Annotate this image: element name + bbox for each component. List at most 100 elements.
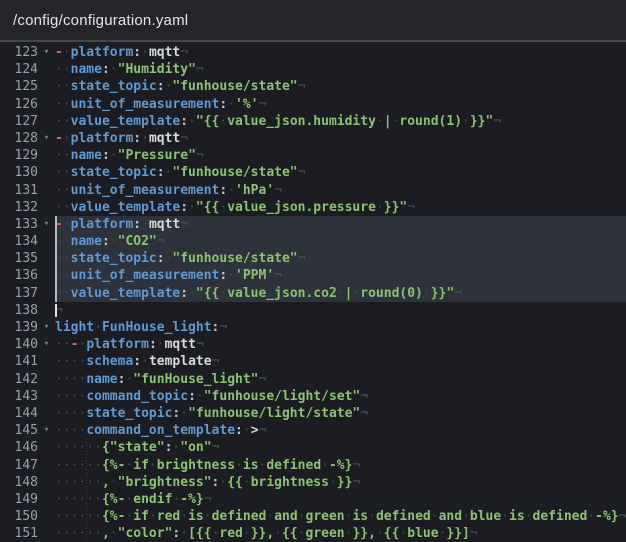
- code-line-content[interactable]: ······,·"color":·[{{·red·}},·{{·green·}}…: [55, 525, 626, 542]
- code-line[interactable]: 149 ······{%-·endif·-%}¬: [0, 491, 626, 508]
- line-number[interactable]: 138: [0, 302, 38, 319]
- line-number[interactable]: 151: [0, 525, 38, 542]
- code-line-content[interactable]: ··state_topic:·"funhouse/state"¬: [55, 78, 626, 95]
- gutter-cell[interactable]: 140▾: [0, 336, 55, 353]
- code-line-content[interactable]: ······{%-·if·red·is·defined·and·green·is…: [55, 508, 626, 525]
- gutter-cell[interactable]: 135: [0, 250, 55, 267]
- gutter-cell[interactable]: 137: [0, 285, 55, 302]
- code-line-content[interactable]: ······{"state":·"on"¬: [55, 439, 626, 456]
- line-number[interactable]: 147: [0, 457, 38, 474]
- line-number[interactable]: 130: [0, 164, 38, 181]
- code-line[interactable]: 148 ······,·"brightness":·{{·brightness·}…: [0, 474, 626, 491]
- gutter-cell[interactable]: 143: [0, 388, 55, 405]
- line-number[interactable]: 129: [0, 147, 38, 164]
- line-number[interactable]: 144: [0, 405, 38, 422]
- fold-arrow-icon[interactable]: ▾: [38, 130, 55, 147]
- code-line[interactable]: 144 ····state_topic:·"funhouse/light/stat…: [0, 405, 626, 422]
- code-line-content[interactable]: ······{%-·if·brightness·is·defined·-%}¬: [55, 457, 626, 474]
- code-line-content[interactable]: ····command_topic:·"funhouse/light/set"¬: [55, 388, 626, 405]
- code-line[interactable]: 136··unit_of_measurement:·'PPM'¬: [0, 267, 626, 284]
- gutter-cell[interactable]: 144: [0, 405, 55, 422]
- gutter-cell[interactable]: 139▾: [0, 319, 55, 336]
- code-line[interactable]: 128▾-·platform:·mqtt¬: [0, 130, 626, 147]
- line-number[interactable]: 139: [0, 319, 38, 336]
- line-number[interactable]: 148: [0, 474, 38, 491]
- gutter-cell[interactable]: 141: [0, 353, 55, 370]
- line-number[interactable]: 128: [0, 130, 38, 147]
- code-line-content[interactable]: -·platform:·mqtt¬: [55, 44, 626, 61]
- code-line-content[interactable]: ······,·"brightness":·{{·brightness·}}¬: [55, 474, 626, 491]
- line-number[interactable]: 124: [0, 61, 38, 78]
- line-number[interactable]: 143: [0, 388, 38, 405]
- code-line-content[interactable]: ······{%-·endif·-%}¬: [55, 491, 626, 508]
- gutter-cell[interactable]: 129: [0, 147, 55, 164]
- code-line-content[interactable]: ··value_template:·"{{·value_json.humidit…: [55, 113, 626, 130]
- gutter-cell[interactable]: 148: [0, 474, 55, 491]
- code-line[interactable]: 150······{%-·if·red·is·defined·and·green…: [0, 508, 626, 525]
- line-number[interactable]: 126: [0, 96, 38, 113]
- line-number[interactable]: 134: [0, 233, 38, 250]
- code-line-content[interactable]: ··value_template:·"{{·value_json.co2·|·r…: [55, 285, 626, 302]
- line-number[interactable]: 146: [0, 439, 38, 456]
- code-line[interactable]: 147 ······{%-·if·brightness·is·defined·-%…: [0, 457, 626, 474]
- fold-arrow-icon[interactable]: ▾: [38, 422, 55, 439]
- code-line-content[interactable]: ··unit_of_measurement:·'%'¬: [55, 96, 626, 113]
- line-number[interactable]: 131: [0, 182, 38, 199]
- fold-arrow-icon[interactable]: ▾: [38, 319, 55, 336]
- line-number[interactable]: 145: [0, 422, 38, 439]
- gutter-cell[interactable]: 124: [0, 61, 55, 78]
- line-number[interactable]: 149: [0, 491, 38, 508]
- code-line[interactable]: 141 ····schema:·template¬: [0, 353, 626, 370]
- code-line-content[interactable]: ··name:·"CO2"¬: [55, 233, 626, 250]
- fold-arrow-icon[interactable]: ▾: [38, 336, 55, 353]
- code-line-content[interactable]: ··unit_of_measurement:·'hPa'¬: [55, 182, 626, 199]
- code-line[interactable]: 130 ··state_topic:·"funhouse/state"¬: [0, 164, 626, 181]
- gutter-cell[interactable]: 150: [0, 508, 55, 525]
- gutter-cell[interactable]: 127: [0, 113, 55, 130]
- code-line-content[interactable]: ··name:·"Humidity"¬: [55, 61, 626, 78]
- line-number[interactable]: 140: [0, 336, 38, 353]
- code-line[interactable]: 134 ··name:·"CO2"¬: [0, 233, 626, 250]
- code-line-content[interactable]: ····schema:·template¬: [55, 353, 626, 370]
- gutter-cell[interactable]: 136: [0, 267, 55, 284]
- code-line-content[interactable]: ··-·platform:·mqtt¬: [55, 336, 626, 353]
- gutter-cell[interactable]: 125: [0, 78, 55, 95]
- line-number[interactable]: 133: [0, 216, 38, 233]
- gutter-cell[interactable]: 126: [0, 96, 55, 113]
- code-line-content[interactable]: ¬: [55, 302, 626, 319]
- code-editor[interactable]: 123▾-·platform:·mqtt¬124··name:·"Humidit…: [0, 42, 626, 542]
- code-line[interactable]: 129··name:·"Pressure"¬: [0, 147, 626, 164]
- gutter-cell[interactable]: 128▾: [0, 130, 55, 147]
- line-number[interactable]: 136: [0, 267, 38, 284]
- code-line-content[interactable]: -·platform:·mqtt¬: [55, 216, 626, 233]
- code-line[interactable]: 125··state_topic:·"funhouse/state"¬: [0, 78, 626, 95]
- gutter-cell[interactable]: 146: [0, 439, 55, 456]
- code-line[interactable]: 139▾light·FunHouse_light:¬: [0, 319, 626, 336]
- gutter-cell[interactable]: 145▾: [0, 422, 55, 439]
- gutter-cell[interactable]: 134: [0, 233, 55, 250]
- code-line-content[interactable]: ··state_topic:·"funhouse/state"¬: [55, 164, 626, 181]
- code-line-content[interactable]: -·platform:·mqtt¬: [55, 130, 626, 147]
- code-line[interactable]: 140▾··-·platform:·mqtt¬: [0, 336, 626, 353]
- code-line[interactable]: 143 ····command_topic:·"funhouse/light/se…: [0, 388, 626, 405]
- fold-arrow-icon[interactable]: ▾: [38, 216, 55, 233]
- gutter-cell[interactable]: 147: [0, 457, 55, 474]
- code-line-content[interactable]: ··state_topic:·"funhouse/state"¬: [55, 250, 626, 267]
- line-number[interactable]: 132: [0, 199, 38, 216]
- code-line-content[interactable]: ····state_topic:·"funhouse/light/state"¬: [55, 405, 626, 422]
- line-number[interactable]: 141: [0, 353, 38, 370]
- line-number[interactable]: 123: [0, 44, 38, 61]
- code-line[interactable]: 126 ··unit_of_measurement:·'%'¬: [0, 96, 626, 113]
- gutter-cell[interactable]: 131: [0, 182, 55, 199]
- code-line[interactable]: 151 ······,·"color":·[{{·red·}},·{{·green…: [0, 525, 626, 542]
- code-line[interactable]: 138 ¬: [0, 302, 626, 319]
- gutter-cell[interactable]: 123▾: [0, 44, 55, 61]
- code-line-content[interactable]: ··value_template:·"{{·value_json.pressur…: [55, 199, 626, 216]
- code-line[interactable]: 137··value_template:·"{{·value_json.co2·…: [0, 285, 626, 302]
- code-line[interactable]: 127··value_template:·"{{·value_json.humi…: [0, 113, 626, 130]
- code-line[interactable]: 124 ··name:·"Humidity"¬: [0, 61, 626, 78]
- gutter-cell[interactable]: 130: [0, 164, 55, 181]
- fold-arrow-icon[interactable]: ▾: [38, 44, 55, 61]
- code-line-content[interactable]: ····name:·"funHouse_light"¬: [55, 371, 626, 388]
- code-line[interactable]: 146 ······{"state":·"on"¬: [0, 439, 626, 456]
